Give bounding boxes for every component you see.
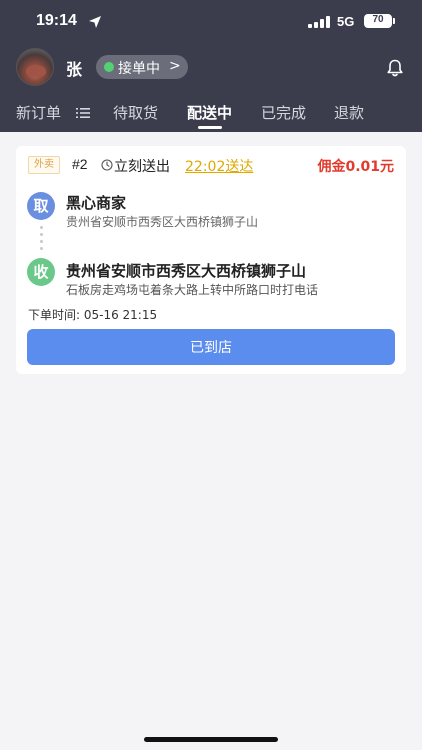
tab-new-orders[interactable]: 新订单 <box>16 102 61 123</box>
network-type: 5G <box>337 14 355 29</box>
user-name: 张 <box>66 60 83 79</box>
list-icon[interactable] <box>76 107 90 119</box>
pickup-address: 贵州省安顺市西秀区大西桥镇狮子山 <box>66 215 259 229</box>
arrived-at-store-button[interactable]: 已到店 <box>27 329 395 365</box>
order-number: #2 <box>72 156 88 172</box>
tab-completed[interactable]: 已完成 <box>261 102 306 123</box>
tab-awaiting-pickup[interactable]: 待取货 <box>113 102 158 123</box>
tab-delivering[interactable]: 配送中 <box>187 102 232 123</box>
delivery-time: 22:02送达 <box>185 159 254 175</box>
home-indicator[interactable] <box>144 737 278 742</box>
commission: 佣金0.01元 <box>317 159 394 175</box>
receive-title: 贵州省安顺市西秀区大西桥镇狮子山 <box>66 262 307 280</box>
battery-icon: 70 <box>364 14 392 28</box>
battery-tip <box>393 18 395 24</box>
chevron-right-icon: > <box>169 58 181 74</box>
delivery-mode: 立刻送出 <box>114 159 170 175</box>
clock-icon <box>101 159 113 171</box>
pickup-name: 黑心商家 <box>66 194 127 212</box>
work-status-label: 接单中 <box>118 61 160 77</box>
avatar[interactable] <box>16 48 54 86</box>
location-arrow-icon <box>89 16 101 28</box>
receive-badge: 收 <box>27 258 55 286</box>
work-status-toggle[interactable]: 接单中 > <box>96 55 188 79</box>
order-card[interactable]: 外卖 #2 立刻送出 22:02送达 佣金0.01元 取 黑心商家 贵州省安顺市… <box>16 146 406 374</box>
signal-icon <box>308 16 330 28</box>
receive-address: 石板房走鸡场屯着条大路上转中所路口时打电话 <box>66 283 319 297</box>
online-dot-icon <box>104 62 114 72</box>
pickup-badge: 取 <box>27 192 55 220</box>
status-time: 19:14 <box>36 12 77 29</box>
order-type-tag: 外卖 <box>28 156 60 174</box>
route-connector <box>40 226 43 250</box>
tab-refunds[interactable]: 退款 <box>334 102 364 123</box>
order-time: 下单时间: 05-16 21:15 <box>28 308 158 322</box>
header: 19:14 5G 70 张 接单中 > 新订单 待取货 配送中 已完成 退款 <box>0 0 422 132</box>
order-tabs: 新订单 待取货 配送中 已完成 退款 <box>0 96 422 132</box>
status-bar: 19:14 5G 70 <box>0 0 422 44</box>
battery-level: 70 <box>372 14 384 25</box>
active-tab-indicator <box>198 126 222 129</box>
bell-icon[interactable] <box>385 58 405 78</box>
